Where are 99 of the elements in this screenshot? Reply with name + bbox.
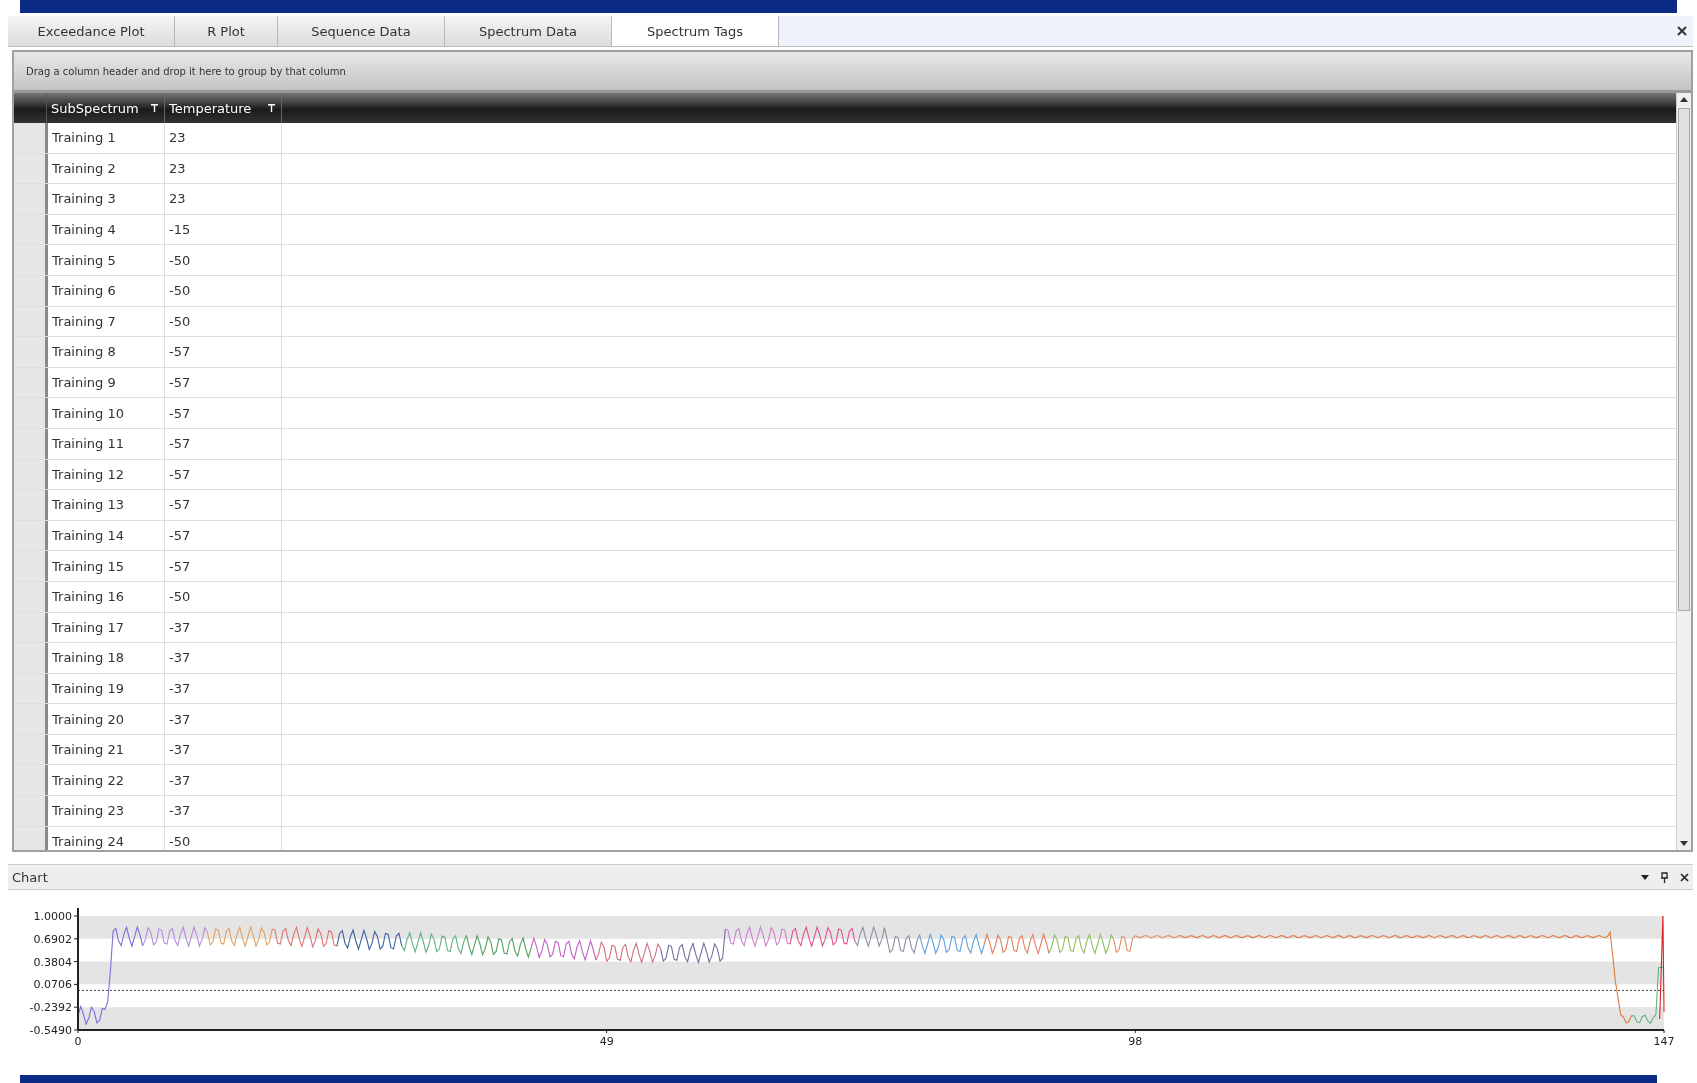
row-header[interactable] [14,214,48,245]
table-cell: -57 [165,428,282,459]
table-cell: -57 [165,520,282,551]
table-cell: Training 9 [48,367,165,398]
table-cell: -15 [165,214,282,245]
x-tick-label: 147 [1653,1035,1675,1048]
table-cell: 23 [165,123,282,153]
y-tick-label: 0.3804 [33,955,72,969]
table-cell: Training 17 [48,612,165,643]
filter-icon[interactable] [268,104,275,112]
table-cell: Training 1 [48,123,165,153]
row-header[interactable] [14,245,48,275]
table-cell: Training 5 [48,245,165,275]
table-cell: Training 20 [48,704,165,734]
table-cell: Training 23 [48,796,165,826]
x-tick-label: 0 [74,1035,82,1048]
table-cell: -37 [165,643,282,673]
row-header[interactable] [14,153,48,184]
table-cell: 23 [165,184,282,214]
scroll-thumb[interactable] [1678,108,1690,611]
row-header[interactable] [14,490,48,520]
table-cell: -37 [165,673,282,704]
column-header[interactable]: SubSpectrum [47,93,165,123]
row-header[interactable] [14,337,48,367]
row-header[interactable] [14,306,48,337]
table-cell: -57 [165,459,282,490]
table-cell: Training 14 [48,520,165,551]
table-cell: Training 15 [48,551,165,581]
table-cell: -37 [165,734,282,765]
table-cell: -50 [165,245,282,275]
tab[interactable]: Sequence Data [278,16,445,46]
table-cell: -57 [165,490,282,520]
row-header[interactable] [14,612,48,643]
close-icon[interactable] [1680,872,1689,882]
pin-icon[interactable] [1661,871,1668,883]
row-header[interactable] [14,459,48,490]
table-cell: Training 6 [48,275,165,306]
table-cell: Training 13 [48,490,165,520]
table-cell: -37 [165,796,282,826]
chart-title: Chart [12,869,48,885]
table-cell: 23 [165,153,282,184]
y-tick-label: 1.0000 [33,910,72,923]
table-cell: Training 11 [48,428,165,459]
tab[interactable]: Spectrum Data [445,16,612,46]
row-header[interactable] [14,581,48,612]
x-tick-label: 49 [599,1035,614,1048]
row-header[interactable] [14,704,48,734]
table-cell: Training 4 [48,214,165,245]
table-cell: Training 2 [48,153,165,184]
row-header[interactable] [14,275,48,306]
table-cell: Training 10 [48,398,165,428]
row-header[interactable] [14,184,48,214]
y-tick-label: 0.0706 [33,978,72,992]
row-header[interactable] [14,796,48,826]
table-cell: -57 [165,367,282,398]
table-cell: -50 [165,275,282,306]
scroll-down-icon[interactable] [1680,841,1688,846]
row-header[interactable] [14,673,48,704]
row-header[interactable] [14,826,48,850]
table-cell: Training 7 [48,306,165,337]
row-header[interactable] [14,428,48,459]
filter-icon[interactable] [151,104,158,112]
row-header[interactable] [14,398,48,428]
tab[interactable]: R Plot [175,16,278,46]
table-cell: Training 3 [48,184,165,214]
row-header[interactable] [14,367,48,398]
table-cell: -37 [165,765,282,796]
table-cell: Training 19 [48,673,165,704]
table-cell: -57 [165,398,282,428]
table-cell: Training 24 [48,826,165,850]
y-tick-label: -0.5490 [29,1024,72,1037]
table-cell: -50 [165,581,282,612]
row-header[interactable] [14,643,48,673]
y-tick-label: -0.2392 [29,1001,72,1015]
table-cell: Training 8 [48,337,165,367]
row-header[interactable] [14,123,48,153]
row-header[interactable] [14,551,48,581]
x-tick-label: 98 [1128,1035,1143,1048]
dropdown-icon[interactable] [1641,874,1649,880]
table-cell: -37 [165,704,282,734]
table-cell: -50 [165,826,282,850]
table-cell: -50 [165,306,282,337]
table-cell: Training 18 [48,643,165,673]
table-cell: -37 [165,612,282,643]
table-cell: Training 21 [48,734,165,765]
table-cell: -57 [165,551,282,581]
table-cell: -57 [165,337,282,367]
row-header[interactable] [14,734,48,765]
scroll-up-icon[interactable] [1680,97,1688,102]
row-header[interactable] [14,765,48,796]
scrollbar[interactable] [1676,93,1691,850]
y-tick-label: 0.6902 [33,932,72,946]
table-cell: Training 22 [48,765,165,796]
row-header[interactable] [14,520,48,551]
table-cell: Training 12 [48,459,165,490]
tab[interactable]: Exceedance Plot [8,16,175,46]
group-hint: Drag a column header and drop it here to group by that column [26,65,346,77]
tab[interactable]: Spectrum Tags [612,16,779,46]
table-cell: Training 16 [48,581,165,612]
